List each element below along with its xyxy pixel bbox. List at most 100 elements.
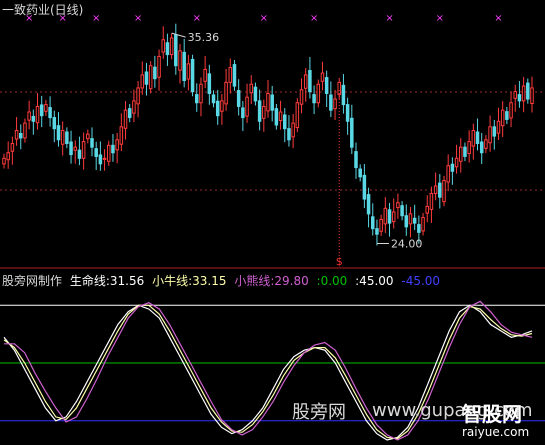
candle-body xyxy=(60,130,65,145)
candle-body xyxy=(10,142,15,152)
candle-body xyxy=(383,207,388,225)
candle-body xyxy=(6,152,10,161)
candle-body xyxy=(371,216,375,230)
candle-body xyxy=(174,34,178,67)
candle-body xyxy=(190,58,195,93)
candle-body xyxy=(98,154,103,165)
candle-body xyxy=(115,139,119,151)
candle-body xyxy=(513,91,517,99)
candle-body xyxy=(102,157,107,160)
candle-body xyxy=(249,83,253,94)
candle-body xyxy=(471,130,476,147)
candle-body xyxy=(509,102,513,119)
candle-body xyxy=(228,67,233,83)
candle-body xyxy=(48,107,52,119)
signal-marker: × xyxy=(193,13,201,24)
candle-body xyxy=(69,141,73,156)
candle-body xyxy=(253,86,258,102)
candle-body xyxy=(224,81,228,105)
candle-body xyxy=(505,111,509,120)
candle-body xyxy=(232,64,237,87)
candle-body xyxy=(412,217,417,224)
candle-body xyxy=(140,74,145,89)
signal-marker: × xyxy=(92,13,100,24)
candle-body xyxy=(308,70,312,93)
candle-body xyxy=(450,163,455,172)
candle-body xyxy=(153,66,157,80)
candle-body xyxy=(270,94,274,111)
candle-body xyxy=(132,100,136,114)
candle-body xyxy=(329,94,333,111)
candle-body xyxy=(90,138,94,148)
candle-body xyxy=(333,98,337,110)
watermark-site: raiyue.com xyxy=(462,425,530,439)
candle-body xyxy=(488,126,492,144)
candle-body xyxy=(23,122,27,139)
candle-body xyxy=(295,102,300,129)
candle-body xyxy=(27,111,31,121)
candle-body xyxy=(303,74,308,89)
candle-body xyxy=(215,100,220,117)
candle-body xyxy=(186,63,191,80)
candle-body xyxy=(107,144,111,162)
candle-body xyxy=(391,211,396,223)
candle-body xyxy=(207,73,212,94)
candle-body xyxy=(283,114,287,130)
candle-body xyxy=(484,139,488,149)
candle-body xyxy=(526,82,530,100)
watermark-brand: 智股网 xyxy=(462,402,522,426)
candle-body xyxy=(463,146,467,157)
candle-body xyxy=(127,108,132,119)
candle-body xyxy=(354,151,358,169)
candle-body xyxy=(161,39,165,53)
bear-line-legend: 小熊线:29.80 xyxy=(234,274,309,288)
candle-body xyxy=(387,209,392,224)
candle-body xyxy=(56,125,61,141)
signal-dollar: $ xyxy=(336,255,343,268)
candle-body xyxy=(517,94,522,102)
indicator-header: 股旁网制作 生命线:31.56 小牛线:33.15 小熊线:29.80 :0.0… xyxy=(2,272,444,289)
candle-body xyxy=(467,141,471,154)
candle-body xyxy=(396,202,400,209)
candle-body xyxy=(211,94,216,104)
chart-canvas: × × × × × × × × × ×35.3624.00$ xyxy=(0,13,545,441)
life-line-legend: 生命线:31.56 xyxy=(69,274,145,288)
bull-line-legend: 小牛线:33.15 xyxy=(152,274,227,288)
candle-body xyxy=(459,146,463,162)
candle-body xyxy=(404,215,409,228)
candle-body xyxy=(14,130,19,140)
signal-marker: × xyxy=(494,13,502,24)
candle-body xyxy=(195,94,199,104)
signal-marker: × xyxy=(310,13,318,24)
candle-body xyxy=(530,87,534,104)
candle-body xyxy=(157,55,161,78)
candle-body xyxy=(35,105,40,124)
candle-body xyxy=(291,122,295,138)
candle-body xyxy=(220,100,224,112)
candle-body xyxy=(429,192,434,210)
candle-body xyxy=(203,68,207,82)
candle-body xyxy=(299,89,304,105)
candle-body xyxy=(257,100,262,122)
candle-body xyxy=(119,126,124,145)
candle-body xyxy=(350,117,354,148)
candle-body xyxy=(77,149,82,159)
candle-body xyxy=(73,146,77,151)
level-45-legend: :45.00 xyxy=(355,274,394,288)
candle-body xyxy=(236,90,241,107)
stock-title: 一致药业(日线) xyxy=(2,3,84,17)
candle-body xyxy=(312,94,316,104)
candle-body xyxy=(136,87,140,105)
candle-body xyxy=(44,104,48,112)
candle-body xyxy=(245,96,249,117)
candle-body xyxy=(19,132,23,139)
candle-body xyxy=(417,224,421,233)
candle-body xyxy=(182,51,186,82)
candle-body xyxy=(375,228,379,235)
candle-body xyxy=(345,104,350,122)
candle-body xyxy=(400,205,404,217)
signal-marker: × xyxy=(134,13,142,24)
candle-body xyxy=(31,115,36,122)
candle-body xyxy=(500,109,505,127)
level-neg45-legend: -45.00 xyxy=(401,274,441,288)
